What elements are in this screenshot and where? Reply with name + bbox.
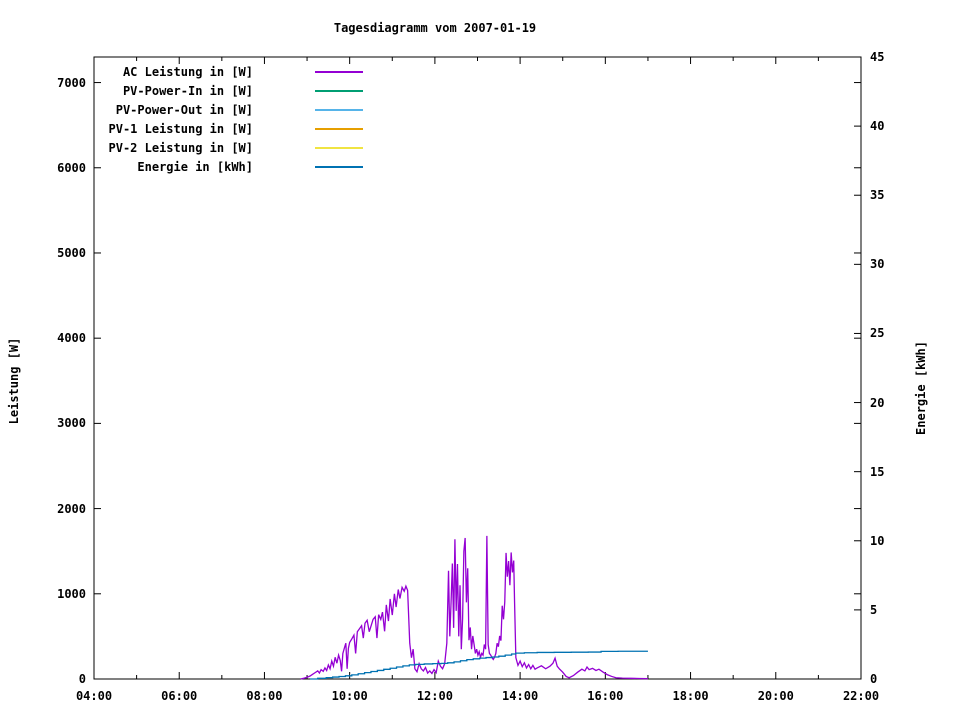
x-tick-label: 18:00 (672, 689, 708, 703)
y-right-tick-label: 5 (870, 603, 910, 617)
legend-item-3: PV-1 Leistung in [W] (88, 119, 363, 138)
y-right-tick-label: 20 (870, 396, 910, 410)
y-right-tick-label: 0 (870, 672, 910, 686)
y-left-tick-label: 0 (36, 672, 86, 686)
y-right-axis-label: Energie [kWh] (914, 341, 928, 435)
x-tick-label: 08:00 (246, 689, 282, 703)
y-right-tick-label: 25 (870, 326, 910, 340)
x-tick-label: 06:00 (161, 689, 197, 703)
x-tick-label: 12:00 (417, 689, 453, 703)
y-left-tick-label: 5000 (36, 246, 86, 260)
series-line-0 (301, 536, 648, 679)
y-left-tick-label: 7000 (36, 76, 86, 90)
y-left-axis-label: Leistung [W] (7, 338, 21, 425)
legend-label: PV-Power-Out in [W] (88, 103, 253, 117)
y-left-tick-label: 3000 (36, 416, 86, 430)
x-tick-label: 20:00 (758, 689, 794, 703)
y-left-tick-label: 1000 (36, 587, 86, 601)
legend-line-swatch (315, 90, 363, 92)
y-right-tick-label: 10 (870, 534, 910, 548)
y-left-tick-label: 4000 (36, 331, 86, 345)
y-right-tick-label: 30 (870, 257, 910, 271)
legend-line-swatch (315, 147, 363, 149)
legend-label: AC Leistung in [W] (88, 65, 253, 79)
legend-label: PV-1 Leistung in [W] (88, 122, 253, 136)
legend-label: PV-Power-In in [W] (88, 84, 253, 98)
legend-item-2: PV-Power-Out in [W] (88, 100, 363, 119)
legend-label: PV-2 Leistung in [W] (88, 141, 253, 155)
x-tick-label: 16:00 (587, 689, 623, 703)
legend-line-swatch (315, 128, 363, 130)
y-right-tick-label: 40 (870, 119, 910, 133)
y-right-tick-label: 35 (870, 188, 910, 202)
legend-item-5: Energie in [kWh] (88, 157, 363, 176)
y-right-tick-label: 15 (870, 465, 910, 479)
x-tick-label: 22:00 (843, 689, 879, 703)
legend-line-swatch (315, 109, 363, 111)
legend-line-swatch (315, 166, 363, 168)
chart: Tagesdiagramm vom 2007-01-19 Leistung [W… (0, 0, 960, 720)
legend-line-swatch (315, 71, 363, 73)
legend-label: Energie in [kWh] (88, 160, 253, 174)
x-tick-label: 14:00 (502, 689, 538, 703)
legend-item-0: AC Leistung in [W] (88, 62, 363, 81)
legend-item-4: PV-2 Leistung in [W] (88, 138, 363, 157)
x-tick-label: 10:00 (332, 689, 368, 703)
y-left-tick-label: 6000 (36, 161, 86, 175)
series-line-5 (310, 651, 648, 679)
y-right-tick-label: 45 (870, 50, 910, 64)
legend-item-1: PV-Power-In in [W] (88, 81, 363, 100)
legend: AC Leistung in [W] PV-Power-In in [W] PV-P… (88, 62, 363, 176)
y-left-tick-label: 2000 (36, 502, 86, 516)
x-tick-label: 04:00 (76, 689, 112, 703)
